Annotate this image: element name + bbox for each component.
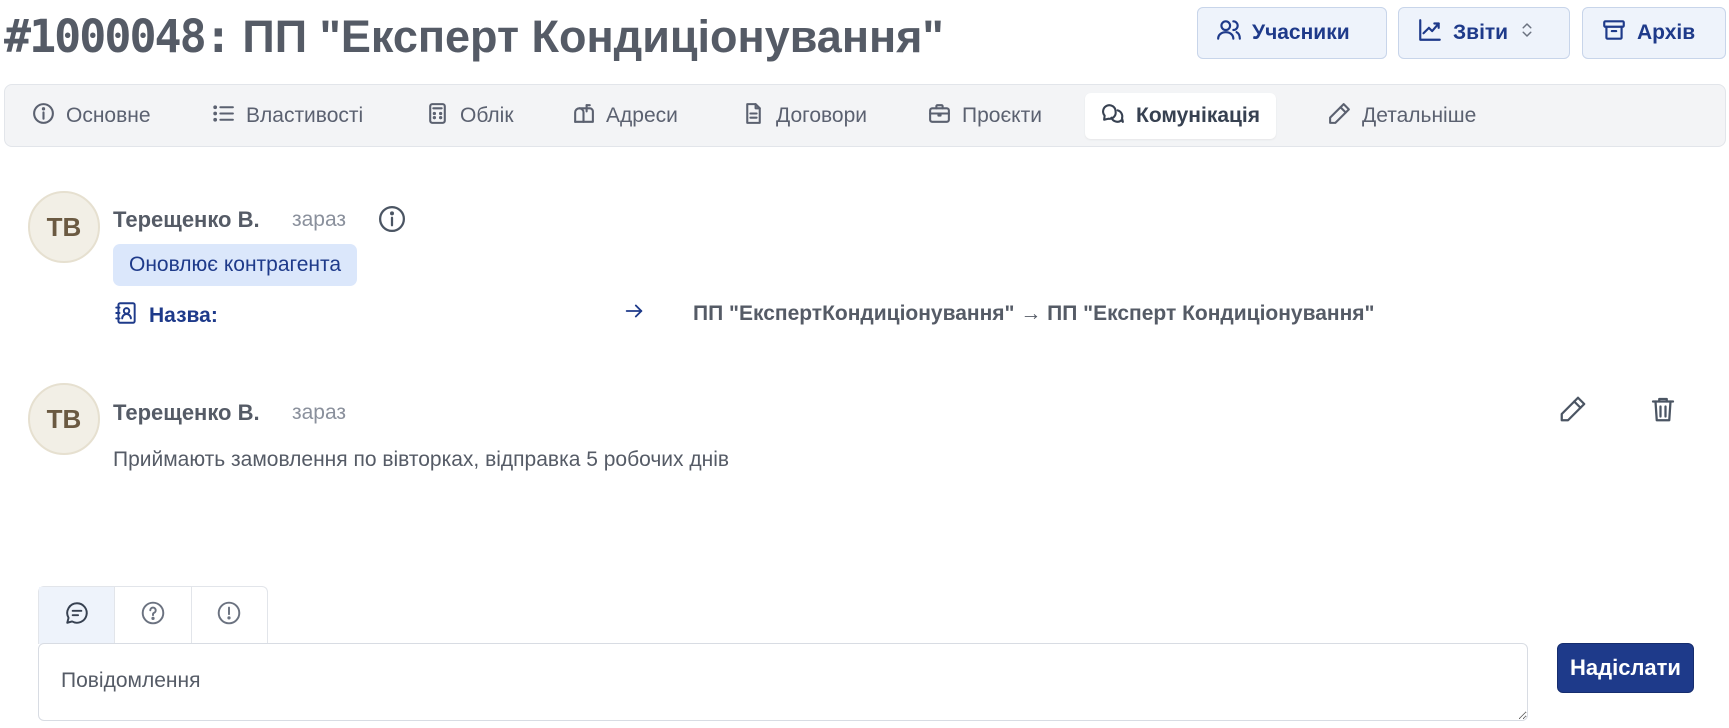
list-icon bbox=[211, 101, 236, 132]
send-button[interactable]: Надіслати bbox=[1557, 643, 1694, 693]
info-circle-icon bbox=[31, 101, 56, 132]
message-input[interactable] bbox=[38, 643, 1528, 721]
pencil-icon bbox=[1327, 101, 1352, 132]
avatar: ТВ bbox=[28, 383, 100, 455]
tab-label: Проєкти bbox=[962, 104, 1042, 127]
tab-label: Адреси bbox=[606, 104, 678, 127]
change-label: Назва: bbox=[113, 300, 218, 332]
tab-label: Властивості bbox=[246, 104, 364, 127]
tab-main[interactable]: Основне bbox=[15, 93, 167, 139]
archive-icon bbox=[1601, 17, 1627, 49]
tab-label: Комунікація bbox=[1136, 104, 1261, 127]
calculator-icon bbox=[425, 101, 450, 132]
tab-details[interactable]: Детальніше bbox=[1311, 93, 1492, 139]
tab-properties[interactable]: Властивості bbox=[195, 93, 379, 139]
info-icon[interactable] bbox=[376, 203, 408, 235]
avatar: ТВ bbox=[28, 191, 100, 263]
feed-time: зараз bbox=[292, 401, 347, 424]
briefcase-icon bbox=[927, 101, 952, 132]
message-text: Приймають замовлення по вівторках, відпр… bbox=[113, 448, 730, 471]
page-title-name: ПП "Експерт Кондиціонування" bbox=[242, 11, 944, 62]
archive-button-label: Архів bbox=[1637, 21, 1696, 44]
chat-icon bbox=[64, 600, 90, 631]
chart-line-icon bbox=[1417, 17, 1443, 49]
tab-accounting[interactable]: Облік bbox=[409, 93, 530, 139]
delete-message-button[interactable] bbox=[1646, 394, 1680, 428]
tab-label: Облік bbox=[460, 104, 514, 127]
participants-button[interactable]: Учасники bbox=[1197, 7, 1387, 59]
tab-projects[interactable]: Проєкти bbox=[911, 93, 1058, 139]
type-tab-important[interactable] bbox=[192, 587, 267, 644]
mailbox-icon bbox=[571, 101, 596, 132]
change-row: Назва: ПП "ЕкспертКондиціонування" → ПП … bbox=[113, 298, 1513, 332]
chat-bubbles-icon bbox=[1101, 101, 1126, 132]
page-title-number: #1000048: bbox=[4, 10, 232, 63]
archive-button[interactable]: Архів bbox=[1582, 7, 1726, 59]
users-icon bbox=[1216, 17, 1242, 49]
contact-book-icon bbox=[113, 300, 139, 332]
feed-author: Терещенко В. bbox=[113, 207, 260, 232]
question-circle-icon bbox=[140, 600, 166, 631]
arrow-right-icon bbox=[623, 300, 645, 328]
reports-button-label: Звіти bbox=[1453, 21, 1509, 44]
page-title: #1000048: ПП "Експерт Кондиціонування" bbox=[4, 10, 944, 63]
pencil-icon bbox=[1558, 394, 1588, 429]
change-field-name: Назва: bbox=[149, 304, 218, 327]
tab-label: Договори bbox=[776, 104, 868, 127]
status-badge: Оновлює контрагента bbox=[113, 244, 358, 286]
tab-contracts[interactable]: Договори bbox=[725, 93, 883, 139]
tab-bar: Основне Властивості Облік Адреси Договор… bbox=[4, 84, 1726, 147]
type-tab-question[interactable] bbox=[115, 587, 192, 644]
participants-button-label: Учасники bbox=[1252, 21, 1350, 44]
reports-button[interactable]: Звіти bbox=[1398, 7, 1570, 59]
tab-communication[interactable]: Комунікація bbox=[1085, 93, 1277, 139]
feed-time: зараз bbox=[292, 208, 347, 231]
tab-label: Основне bbox=[66, 104, 151, 127]
message-type-tabs bbox=[38, 586, 268, 644]
feed-author: Терещенко В. bbox=[113, 400, 260, 425]
tab-addresses[interactable]: Адреси bbox=[555, 93, 694, 139]
tab-label: Детальніше bbox=[1362, 104, 1477, 127]
chevron-up-down-icon bbox=[1518, 19, 1536, 47]
exclamation-circle-icon bbox=[216, 600, 242, 631]
change-value: ПП "ЕкспертКондиціонування" → ПП "Експер… bbox=[693, 302, 1375, 325]
document-icon bbox=[741, 101, 766, 132]
trash-icon bbox=[1648, 394, 1678, 429]
edit-message-button[interactable] bbox=[1556, 394, 1590, 428]
type-tab-comment[interactable] bbox=[39, 587, 116, 644]
